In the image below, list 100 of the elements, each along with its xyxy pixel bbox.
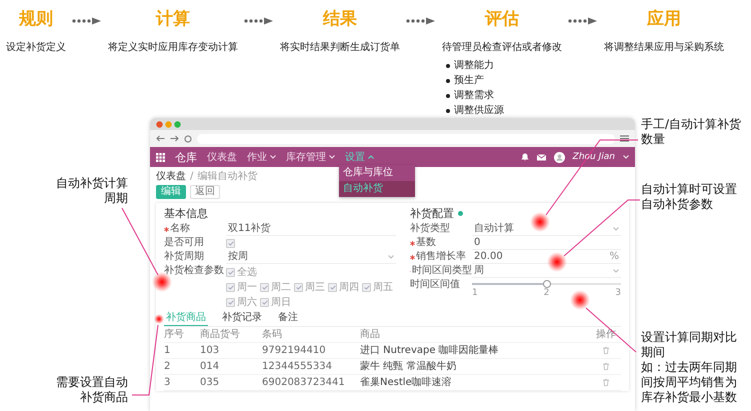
- select-field[interactable]: 按周: [226, 250, 396, 264]
- step-description: 将实时结果判断生成订货单: [280, 40, 400, 54]
- dotted-arrow-icon: [244, 17, 274, 25]
- checkbox[interactable]: [226, 298, 235, 307]
- callout-text: 设置计算同期对比期间: [641, 330, 738, 360]
- trash-icon[interactable]: [603, 363, 609, 370]
- step-description: 设定补货定义: [6, 40, 66, 54]
- slider-tick-label: 3: [615, 287, 621, 299]
- chevron-down-icon: [613, 226, 619, 230]
- chevron-down-icon: [388, 254, 394, 258]
- checkbox[interactable]: [328, 283, 337, 292]
- bullet-text: 预生产: [454, 74, 484, 88]
- highlight-marker: [570, 290, 590, 310]
- dotted-arrow-icon: [72, 17, 102, 25]
- checkbox[interactable]: [362, 283, 371, 292]
- nav-menu-item[interactable]: 作业: [247, 150, 276, 164]
- field-label: 补货周期: [164, 250, 204, 264]
- checkbox-label: 周六: [237, 296, 257, 309]
- checkbox[interactable]: [226, 239, 235, 248]
- step-title: 规则: [19, 8, 53, 30]
- checkbox-label: 周三: [305, 281, 325, 294]
- dropdown-item[interactable]: 自动补货: [339, 181, 415, 197]
- table-cell-text: 9792194410: [262, 344, 327, 358]
- checkbox-label: 周五: [373, 281, 393, 294]
- bullet-icon: [446, 78, 450, 82]
- caret-icon[interactable]: [623, 155, 629, 159]
- field-label: 是否可用: [164, 236, 204, 250]
- table-cell-text: 雀巢Nestle咖啡速溶: [360, 376, 453, 390]
- callout-text: 手工/自动计算补货数量: [641, 117, 742, 147]
- menu-icon[interactable]: [620, 135, 629, 142]
- column-header: 商品货号: [200, 328, 241, 342]
- table-cell-text: 2: [164, 360, 172, 374]
- tab[interactable]: 备注: [276, 311, 300, 326]
- slider-handle[interactable]: [542, 280, 551, 288]
- field-label: 基数: [416, 236, 436, 250]
- checkbox[interactable]: [260, 283, 269, 292]
- chevron-down-icon: [613, 268, 619, 272]
- column-header: 操作: [595, 328, 617, 342]
- mail-icon[interactable]: [536, 154, 546, 160]
- address-field[interactable]: [197, 134, 615, 144]
- table-cell-text: 1: [164, 344, 172, 358]
- tab[interactable]: 补货记录: [220, 311, 264, 326]
- table-cell-text: 12344555334: [262, 360, 333, 374]
- column-header: 商品: [360, 328, 381, 342]
- checkbox[interactable]: [294, 283, 303, 292]
- table-cell-text: 035: [200, 376, 220, 390]
- checkbox[interactable]: [226, 268, 235, 277]
- bullet-text: 调整需求: [454, 88, 494, 103]
- table-cell-text: 014: [200, 360, 220, 374]
- field-label: 时间区间类型: [412, 264, 472, 278]
- callout-text: 如：过去两年同期间按周平均销售为库存补货最小基数: [641, 360, 738, 405]
- dotted-arrow-icon: [406, 17, 436, 25]
- step-title: 应用: [647, 8, 681, 30]
- nav-menu-item[interactable]: 库存管理: [286, 150, 335, 164]
- checkbox[interactable]: [226, 283, 235, 292]
- checkbox[interactable]: [260, 298, 269, 307]
- breadcrumb-separator: /: [190, 170, 194, 183]
- bell-icon[interactable]: [520, 153, 529, 161]
- user-name[interactable]: Zhou Jian: [572, 152, 615, 162]
- avatar-icon[interactable]: [554, 152, 565, 162]
- table-cell-text: 蒙牛 纯甄 常温酸牛奶: [360, 360, 458, 374]
- field-label: 销售增长率: [416, 250, 466, 264]
- nav-menu-item[interactable]: 仪表盘: [207, 150, 237, 164]
- highlight-marker: [547, 252, 567, 272]
- step-description: 将调整结果应用与采购系统: [604, 40, 724, 54]
- checkbox-label: 周二: [271, 281, 291, 294]
- nav-menu-item[interactable]: 设置: [345, 150, 374, 164]
- reload-icon[interactable]: [184, 134, 192, 142]
- trash-icon[interactable]: [603, 347, 609, 354]
- apps-grid-icon[interactable]: [156, 152, 165, 162]
- bullet-text: 调整能力: [454, 58, 494, 73]
- dotted-arrow-icon: [568, 17, 598, 25]
- bullet-text: 调整供应源: [454, 104, 504, 118]
- highlight-marker: [530, 212, 550, 232]
- status-dot: [458, 211, 464, 216]
- leader-line: [586, 308, 636, 352]
- step-title: 结果: [323, 8, 357, 30]
- table-cell-text: 进口 Nutrevape 咖啡因能量棒: [360, 344, 500, 358]
- unit-suffix: %: [609, 250, 619, 263]
- callout-text: 自动补货计算周期: [55, 176, 128, 206]
- column-header: 序号: [164, 328, 185, 342]
- forward-arrow-icon[interactable]: [170, 135, 179, 142]
- back-button[interactable]: 返回: [190, 185, 220, 199]
- text-field[interactable]: 0: [472, 236, 621, 250]
- checkbox-label: 周日: [271, 296, 291, 309]
- dropdown-item[interactable]: 仓库与库位: [339, 165, 415, 181]
- trash-icon[interactable]: [603, 379, 609, 386]
- step-title: 计算: [156, 8, 190, 30]
- field-label: 时间区间值: [410, 278, 460, 292]
- back-arrow-icon[interactable]: [156, 135, 165, 142]
- field-label: 名称: [170, 222, 190, 236]
- table-cell-text: 6902083723441: [262, 376, 346, 390]
- breadcrumb-link[interactable]: 仪表盘: [156, 170, 186, 183]
- text-field[interactable]: 双11补货: [226, 222, 396, 236]
- field-label: 补货类型: [410, 222, 450, 236]
- checkbox-label: 周四: [339, 281, 359, 294]
- step-description: 待管理员检查评估或者修改: [442, 40, 562, 54]
- section-title: 补货配置: [410, 206, 454, 221]
- leader-line: [132, 324, 158, 396]
- field-label: 补货检查参数: [164, 264, 224, 278]
